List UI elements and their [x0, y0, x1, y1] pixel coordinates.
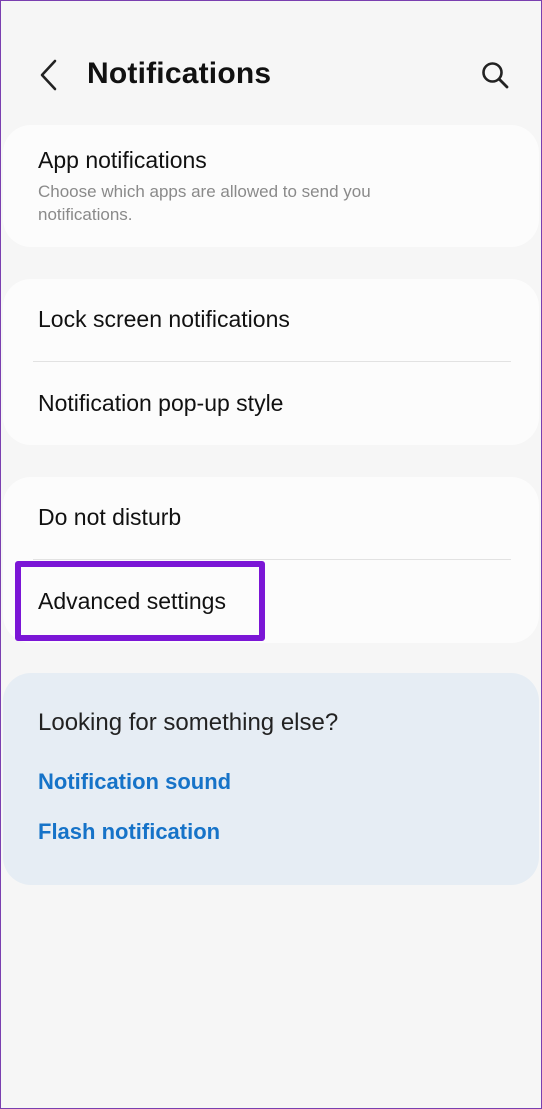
suggestions-heading: Looking for something else?: [38, 709, 339, 736]
divider: [33, 361, 511, 362]
flash-notification-link[interactable]: Flash notification: [38, 819, 220, 845]
back-button[interactable]: [31, 55, 67, 95]
search-icon: [482, 62, 509, 89]
lock-popup-card: Lock screen notifications Notification p…: [3, 279, 539, 445]
search-button[interactable]: [475, 55, 515, 95]
app-notifications-card[interactable]: App notifications Choose which apps are …: [3, 125, 539, 247]
notification-sound-link[interactable]: Notification sound: [38, 769, 231, 795]
page-title: Notifications: [87, 57, 272, 90]
do-not-disturb-item[interactable]: Do not disturb: [38, 504, 181, 531]
chevron-left-icon: [40, 59, 57, 91]
highlight-box: [15, 561, 265, 641]
app-notifications-subtitle: Choose which apps are allowed to send yo…: [38, 182, 371, 224]
suggestions-card: Looking for something else? Notification…: [3, 673, 539, 885]
lock-screen-notifications-item[interactable]: Lock screen notifications: [38, 306, 290, 333]
notification-popup-style-item[interactable]: Notification pop-up style: [38, 390, 283, 417]
app-header: Notifications: [1, 1, 541, 121]
divider: [33, 559, 511, 560]
app-notifications-title: App notifications: [38, 147, 207, 173]
